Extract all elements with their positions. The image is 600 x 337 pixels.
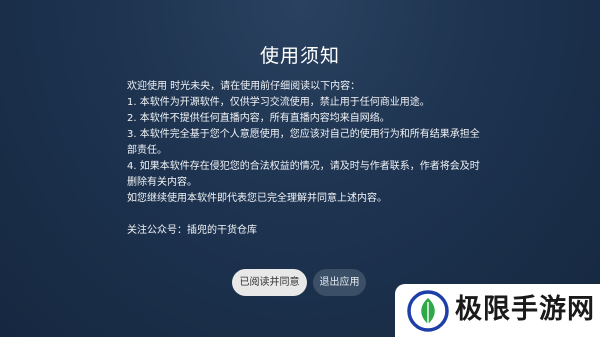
watermark-text: 极限手游网 (455, 294, 595, 325)
notice-item-1: 1. 本软件为开源软件，仅供学习交流使用，禁止用于任何商业用途。 (127, 97, 430, 108)
notice-item-2: 2. 本软件不提供任何直播内容，所有直播内容均来自网络。 (127, 113, 390, 124)
agree-button[interactable]: 已阅读并同意 (232, 269, 307, 296)
notice-item-4: 4. 如果本软件存在侵犯您的合法权益的情况，请及时与作者联系，作者将会及时删除有… (127, 161, 480, 188)
follow-account-text: 关注公众号：插兜的干货仓库 (127, 225, 257, 236)
site-watermark: 极限手游网 (395, 284, 600, 337)
notice-item-3: 3. 本软件完全基于您个人意愿使用，您应该对自己的使用行为和所有结果承担全部责任… (127, 129, 480, 156)
welcome-line: 欢迎使用 时光未央，请在使用前仔细阅读以下内容： (127, 81, 361, 92)
notice-body: 欢迎使用 时光未央，请在使用前仔细阅读以下内容： 1. 本软件为开源软件，仅供学… (127, 79, 487, 239)
leaf-logo-icon (407, 290, 449, 332)
agreement-line: 如您继续使用本软件即代表您已完全理解并同意上述内容。 (127, 193, 387, 204)
dialog-title: 使用须知 (259, 45, 340, 67)
exit-app-button[interactable]: 退出应用 (313, 269, 366, 296)
